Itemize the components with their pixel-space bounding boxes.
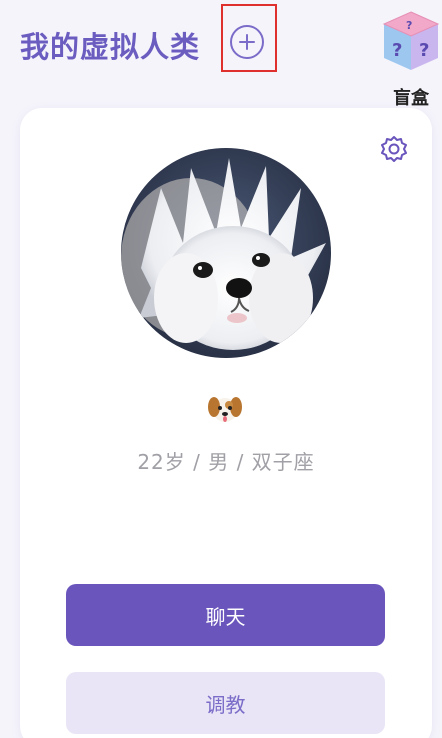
- dog-face-emoji-icon: [208, 397, 242, 422]
- svg-text:?: ?: [419, 40, 429, 61]
- svg-text:?: ?: [392, 40, 402, 61]
- svg-text:?: ?: [406, 19, 412, 32]
- add-virtual-human-button[interactable]: [230, 25, 264, 59]
- blind-box-button[interactable]: ? ? ? 盲盒: [378, 8, 442, 109]
- blind-box-cube-icon: ? ? ?: [382, 11, 440, 70]
- virtual-human-page: 我的虚拟人类 ? ? ? 盲盒 22岁 / 男 / 双子座 聊天 调教: [0, 0, 442, 738]
- page-title: 我的虚拟人类: [20, 30, 201, 64]
- profile-info-text: 22岁 / 男 / 双子座: [137, 450, 315, 474]
- avatar[interactable]: [121, 148, 331, 358]
- chat-button[interactable]: 聊天: [66, 584, 385, 646]
- blind-box-label: 盲盒: [393, 88, 429, 109]
- train-button[interactable]: 调教: [66, 672, 385, 734]
- gear-icon[interactable]: [380, 135, 408, 163]
